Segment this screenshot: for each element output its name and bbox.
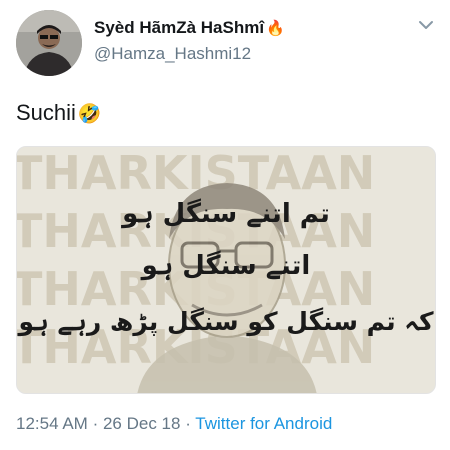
display-name-text: Syèd HãmZà HaShmî xyxy=(94,18,265,37)
tweet-text: Suchii 🤣 xyxy=(16,100,102,126)
urdu-line-3: کہ تم سنگل کو سنگل پڑھ رہے ہو xyxy=(18,307,434,336)
separator: · xyxy=(185,414,191,433)
fire-icon: 🔥 xyxy=(266,20,285,37)
tweet-date: 26 Dec 18 xyxy=(102,414,181,433)
tweet-time: 12:54 AM xyxy=(16,414,88,433)
separator: · xyxy=(92,414,99,433)
display-name[interactable]: Syèd HãmZà HaShmî 🔥 xyxy=(94,18,285,38)
chevron-down-icon[interactable] xyxy=(416,18,436,32)
tweet-metadata: 12:54 AM · 26 Dec 18 · Twitter for Andro… xyxy=(16,414,332,434)
avatar[interactable] xyxy=(16,10,82,76)
laughing-face-icon: 🤣 xyxy=(77,104,102,125)
tweet-media-image[interactable]: THARKISTAAN THARKISTAAN THARKISTAAN THAR… xyxy=(16,146,436,394)
urdu-line-1: تم اتنے سنگل ہو xyxy=(122,199,330,229)
tweet-text-content: Suchii xyxy=(16,100,76,125)
user-handle[interactable]: @Hamza_Hashmi12 xyxy=(94,44,251,64)
tweet-source-link[interactable]: Twitter for Android xyxy=(195,414,332,433)
urdu-line-2: اتنے سنگل ہو xyxy=(141,251,311,281)
